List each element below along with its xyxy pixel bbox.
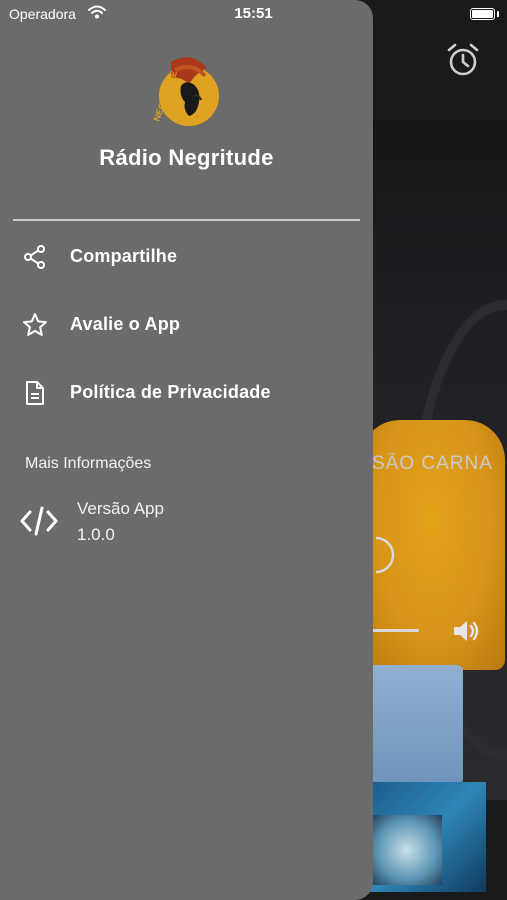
menu-item-rate-app[interactable]: Avalie o App [0,297,373,353]
code-icon [20,506,58,536]
radio-negritude-logo: NEGRITUDE [151,57,219,126]
app-version-value: 1.0.0 [77,525,115,544]
navigation-drawer: NEGRITUDE Rádio Negritude Compartilhe Av… [0,0,373,900]
menu-item-privacy-policy[interactable]: Política de Privacidade [0,365,373,421]
menu-label-share: Compartilhe [70,246,178,266]
whatsapp-icon[interactable] [372,536,402,576]
station-name: Rádio Negritude [99,145,274,170]
share-icon [24,245,45,269]
battery-tip [497,11,499,17]
volume-icon[interactable] [452,617,482,645]
background-thumbnail-image [372,815,442,885]
battery-icon [470,8,495,20]
background-person-jeans [368,665,463,785]
star-icon [23,313,47,336]
menu-label-privacy-policy: Política de Privacidade [70,382,271,402]
menu-item-share[interactable]: Compartilhe [0,229,373,285]
status-time: 15:51 [234,5,273,22]
menu-label-rate-app: Avalie o App [70,314,181,334]
status-bar: Operadora 15:51 [0,0,507,30]
drawer-divider [13,219,360,221]
document-icon [26,381,44,405]
app-version-label: Versão App [77,499,164,518]
alarm-clock-icon[interactable] [445,42,481,78]
now-playing-marquee: SÃO CARNA [372,453,493,474]
more-info-section-title: Mais Informações [25,455,152,472]
